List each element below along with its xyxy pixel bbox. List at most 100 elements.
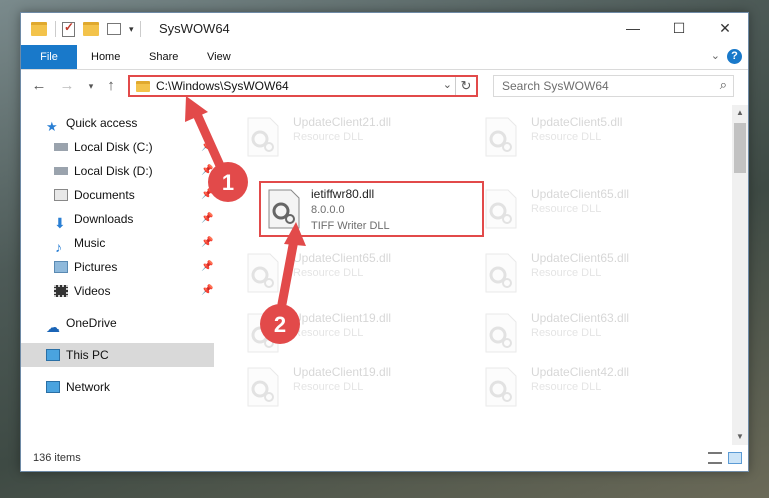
tab-home[interactable]: Home [81,45,130,69]
pin-icon[interactable]: 📌 [201,135,213,159]
pc-icon [46,349,60,361]
file-tile[interactable]: UpdateClient21.dll Resource DLL [236,109,461,165]
file-description: Resource DLL [531,203,602,215]
dropdown-arrow-icon[interactable]: ▾ [129,24,134,35]
pin-icon[interactable]: 📌 [201,207,213,231]
navigation-pane: ★ Quick access Local Disk (C:) 📌 Local D… [21,105,214,445]
file-tile[interactable]: UpdateClient63.dll Resource DLL [474,305,699,361]
separator [139,21,141,37]
pin-icon[interactable]: 📌 [201,183,213,207]
file-description: Resource DLL [293,327,364,339]
pin-icon[interactable]: 📌 [201,279,213,303]
file-tile[interactable]: UpdateClient5.dll Resource DLL [474,109,699,165]
nav-item-quick-access[interactable]: ★ Quick access [21,111,214,135]
file-name: UpdateClient42.dll [531,365,630,379]
file-tile[interactable]: UpdateClient42.dll Resource DLL [474,359,699,415]
nav-item-label: Documents [74,188,135,202]
music-icon: ♪ [55,239,62,255]
refresh-icon[interactable]: ↻ [455,77,476,95]
nav-item-label: Downloads [74,212,134,226]
file-tile[interactable]: UpdateClient65.dll Resource DLL [474,245,699,301]
window-title: SysWOW64 [159,21,230,36]
properties-icon[interactable] [62,20,75,37]
search-input[interactable]: Search SysWOW64 ⌕ [493,75,734,97]
file-tile[interactable]: UpdateClient19.dll Resource DLL [236,359,461,415]
back-button[interactable]: ← [29,76,49,96]
file-name: UpdateClient65.dll [531,251,630,265]
nav-item-local-disk-d[interactable]: Local Disk (D:) 📌 [21,159,214,183]
nav-item-this-pc[interactable]: This PC [21,343,214,367]
folder-icon [136,81,150,92]
up-button[interactable]: ↑ [101,76,121,96]
pin-icon[interactable]: 📌 [201,255,213,279]
chevron-down-icon[interactable]: ⌄ [443,78,452,91]
close-button[interactable]: ✕ [702,13,748,43]
network-icon [46,381,60,393]
tab-share[interactable]: Share [139,45,188,69]
item-count: 136 items [33,452,81,464]
file-name: UpdateClient5.dll [531,115,623,129]
file-tile[interactable]: UpdateClient65.dll Resource DLL [474,181,699,237]
customize-toolbar-icon[interactable] [107,23,121,35]
nav-item-downloads[interactable]: ⬇ Downloads 📌 [21,207,214,231]
file-description: Resource DLL [531,381,602,393]
nav-item-label: Music [74,236,106,250]
large-icons-view-icon[interactable] [728,452,742,464]
cloud-icon: ☁ [46,319,60,335]
address-path[interactable]: C:\Windows\SysWOW64 [156,79,289,93]
help-button[interactable]: ? [727,49,742,64]
file-description: Resource DLL [531,131,602,143]
expand-ribbon-icon[interactable]: ⌄ [711,49,720,62]
nav-item-music[interactable]: ♪ Music 📌 [21,231,214,255]
nav-item-videos[interactable]: Videos 📌 [21,279,214,303]
file-description: Resource DLL [293,267,364,279]
minimize-button[interactable]: — [610,13,656,43]
file-description: Resource DLL [293,381,364,393]
file-tile[interactable]: UpdateClient19.dll Resource DLL [236,305,461,361]
nav-item-label: Local Disk (C:) [74,140,153,154]
dll-file-icon [247,313,279,353]
maximize-button[interactable]: ☐ [656,13,702,43]
scroll-down-icon[interactable]: ▼ [732,429,748,445]
file-tile[interactable]: UpdateClient65.dll Resource DLL [236,245,461,301]
status-bar: 136 items [21,447,748,471]
address-bar[interactable]: C:\Windows\SysWOW64 ⌄ ↻ [128,75,478,97]
file-version: 8.0.0.0 [311,204,345,216]
nav-item-network[interactable]: Network [21,375,214,399]
nav-item-label: Local Disk (D:) [74,164,153,178]
nav-item-documents[interactable]: Documents 📌 [21,183,214,207]
file-name: UpdateClient65.dll [531,187,630,201]
nav-item-local-disk-c[interactable]: Local Disk (C:) 📌 [21,135,214,159]
address-row: ← → ▾ ↑ C:\Windows\SysWOW64 ⌄ ↻ Search S… [21,70,748,102]
nav-item-label: Quick access [66,116,138,130]
vertical-scrollbar[interactable]: ▲ ▼ [732,105,748,445]
tab-file[interactable]: File [21,45,77,69]
dll-file-icon [485,189,517,229]
pin-icon[interactable]: 📌 [201,159,213,183]
pin-icon[interactable]: 📌 [201,231,213,255]
new-folder-icon[interactable] [83,22,99,36]
pictures-icon [54,261,68,273]
file-name: UpdateClient19.dll [293,365,392,379]
title-bar: ▾ SysWOW64 — ☐ ✕ [21,13,748,45]
nav-item-onedrive[interactable]: ☁ OneDrive [21,311,214,335]
dll-file-icon [268,189,300,229]
search-icon: ⌕ [719,77,727,92]
scroll-up-icon[interactable]: ▲ [732,105,748,121]
file-description: Resource DLL [531,267,602,279]
nav-item-label: Network [66,380,111,394]
forward-button[interactable]: → [57,76,77,96]
file-name: UpdateClient21.dll [293,115,392,129]
ribbon-tabs: File Home Share View ⌄ ? [21,45,748,70]
download-icon: ⬇ [54,215,66,231]
nav-item-pictures[interactable]: Pictures 📌 [21,255,214,279]
scroll-thumb[interactable] [734,123,746,173]
nav-item-label: OneDrive [66,316,117,330]
star-icon: ★ [46,119,58,134]
tab-view[interactable]: View [197,45,241,69]
file-tile-selected[interactable]: ietiffwr80.dll 8.0.0.0 TIFF Writer DLL [259,181,484,237]
folder-icon [31,22,47,36]
details-view-icon[interactable] [708,452,722,464]
recent-locations-icon[interactable]: ▾ [81,76,101,96]
file-name: UpdateClient65.dll [293,251,392,265]
